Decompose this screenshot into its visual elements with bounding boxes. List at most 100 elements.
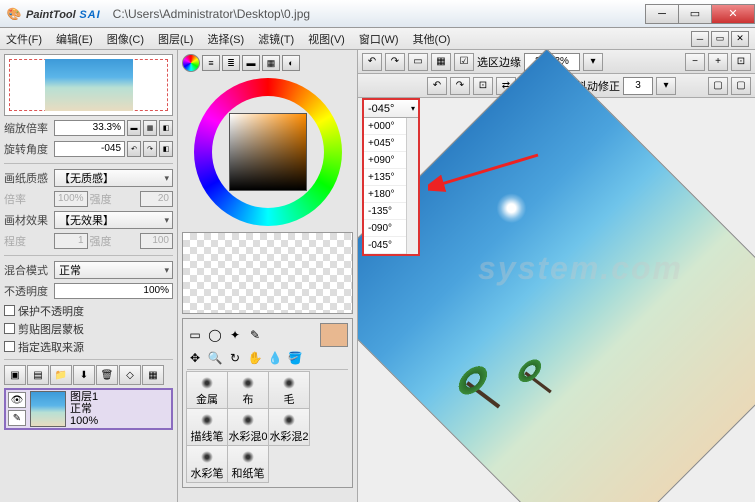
deg2-label: 强度 (90, 233, 138, 249)
move-tool[interactable]: ✥ (187, 350, 203, 366)
stabilizer-input[interactable] (623, 77, 653, 95)
merge-down-button[interactable]: ⬇ (73, 365, 95, 385)
selsrc-label: 指定选取来源 (18, 339, 84, 355)
brush-wc0[interactable]: 水彩混0 (227, 408, 269, 446)
scratchpad-icon[interactable]: ◐ (282, 55, 300, 71)
brush-cloth[interactable]: 布 (227, 371, 269, 409)
brush-fur[interactable]: 毛 (268, 371, 310, 409)
rotate-input[interactable]: -045 (54, 141, 125, 157)
clear-layer-button[interactable]: ◇ (119, 365, 141, 385)
new-linework-button[interactable]: ▤ (27, 365, 49, 385)
zoom-out-button[interactable]: ▬ (127, 120, 141, 136)
menu-edit[interactable]: 编辑(E) (56, 31, 93, 47)
brush-metal[interactable]: 金属 (186, 371, 228, 409)
lasso-tool[interactable]: ◯ (207, 327, 223, 343)
rotation-dropdown[interactable]: -045° +000° +045° +090° +135° +180° -135… (362, 98, 420, 256)
zoom-tool[interactable]: 🔍 (207, 350, 223, 366)
new-folder-button[interactable]: 📁 (50, 365, 72, 385)
swatches-icon[interactable]: ▦ (262, 55, 280, 71)
panel-max-button[interactable]: ▭ (711, 31, 729, 47)
zoom-in-button[interactable]: ▦ (143, 120, 157, 136)
rotate-ccw-button[interactable]: ↶ (127, 141, 141, 157)
selsrc-checkbox[interactable] (4, 341, 15, 352)
wand-tool[interactable]: ✦ (227, 327, 243, 343)
menu-select[interactable]: 选择(S) (207, 31, 244, 47)
deselect-button[interactable]: ▭ (408, 53, 428, 71)
rot-cw-canvas[interactable]: ↷ (450, 77, 470, 95)
menu-other[interactable]: 其他(O) (413, 31, 451, 47)
close-button[interactable]: ✕ (711, 4, 755, 24)
color-picker[interactable] (182, 76, 353, 228)
panel-min-button[interactable]: ─ (691, 31, 709, 47)
protect-alpha-label: 保护不透明度 (18, 303, 84, 319)
dropdown-scrollbar[interactable] (406, 118, 418, 254)
clipping-checkbox[interactable] (4, 323, 15, 334)
rotate-cw-button[interactable]: ↷ (143, 141, 157, 157)
file-path: C:\Users\Administrator\Desktop\0.jpg (113, 7, 310, 21)
fg-color-swatch[interactable] (320, 323, 348, 347)
zoom-input[interactable]: 33.3% (54, 120, 125, 136)
brush-wc2[interactable]: 水彩混2 (268, 408, 310, 446)
zoom-fit-canvas[interactable]: ⊡ (731, 53, 751, 71)
bucket-tool[interactable]: 🪣 (287, 350, 303, 366)
minimize-button[interactable]: ─ (645, 4, 679, 24)
scratchpad[interactable] (182, 232, 353, 314)
new-layer-button[interactable]: ▣ (4, 365, 26, 385)
navigator-thumbnail[interactable] (4, 54, 173, 116)
tool-b-button[interactable]: ▢ (731, 77, 751, 95)
pen-tool[interactable]: ✎ (247, 327, 263, 343)
invert-sel-button[interactable]: ▦ (431, 53, 451, 71)
sel-edge-label: 选区边缘 (477, 54, 521, 70)
panel-close-button[interactable]: ✕ (731, 31, 749, 47)
hand-tool[interactable]: ✋ (247, 350, 263, 366)
edit-icon[interactable]: ✎ (8, 410, 26, 426)
effect-label: 画材效果 (4, 212, 52, 228)
hsv-slider-icon[interactable]: ≣ (222, 55, 240, 71)
rot-ccw-canvas[interactable]: ↶ (427, 77, 447, 95)
eyedropper-tool[interactable]: 💧 (267, 350, 283, 366)
menu-window[interactable]: 窗口(W) (359, 31, 399, 47)
maximize-button[interactable]: ▭ (678, 4, 712, 24)
menu-file[interactable]: 文件(F) (6, 31, 42, 47)
rgb-slider-icon[interactable]: ≡ (202, 55, 220, 71)
opacity-input[interactable]: 100% (54, 283, 173, 299)
gray-icon[interactable]: ▬ (242, 55, 260, 71)
stabilizer-dropdown[interactable]: ▾ (656, 77, 676, 95)
brush-washi[interactable]: 和纸笔 (227, 445, 269, 483)
layer-toolbar: ▣ ▤ 📁 ⬇ 🗑 ◇ ▦ (4, 365, 173, 385)
tool-a-button[interactable]: ▢ (708, 77, 728, 95)
delete-layer-button[interactable]: 🗑 (96, 365, 118, 385)
str-label: 强度 (90, 191, 138, 207)
zoom-out-canvas[interactable]: − (685, 53, 705, 71)
menubar: 文件(F) 编辑(E) 图像(C) 图层(L) 选择(S) 滤镜(T) 视图(V… (0, 28, 755, 50)
redo-button[interactable]: ↷ (385, 53, 405, 71)
deg-label: 程度 (4, 233, 52, 249)
rotate-tool[interactable]: ↻ (227, 350, 243, 366)
protect-alpha-checkbox[interactable] (4, 305, 15, 316)
rot-reset-canvas[interactable]: ⊡ (473, 77, 493, 95)
deg2-input: 100 (140, 233, 174, 249)
layer-item[interactable]: 👁 ✎ 图层1正常100% (4, 388, 173, 430)
blend-mode-select[interactable]: 正常 (54, 261, 173, 279)
marquee-tool[interactable]: ▭ (187, 327, 203, 343)
menu-view[interactable]: 视图(V) (308, 31, 345, 47)
rotate-reset-button[interactable]: ◧ (159, 141, 173, 157)
visibility-icon[interactable]: 👁 (8, 392, 26, 408)
zoom-dropdown-icon[interactable]: ▾ (583, 53, 603, 71)
undo-button[interactable]: ↶ (362, 53, 382, 71)
brush-wc[interactable]: 水彩笔 (186, 445, 228, 483)
brush-liner[interactable]: 描线笔 (186, 408, 228, 446)
left-panel: 缩放倍率 33.3% ▬ ▦ ◧ 旋转角度 -045 ↶ ↷ ◧ 画纸质感 【无… (0, 50, 178, 502)
rotation-current[interactable]: -045° (364, 100, 418, 118)
color-wheel-icon[interactable] (182, 54, 200, 72)
menu-image[interactable]: 图像(C) (107, 31, 144, 47)
show-sel-checkbox[interactable]: ☑ (454, 53, 474, 71)
effect-select[interactable]: 【无效果】 (54, 211, 173, 229)
zoom-reset-button[interactable]: ◧ (159, 120, 173, 136)
app-name: PaintTool SAI (26, 6, 101, 21)
menu-filter[interactable]: 滤镜(T) (258, 31, 294, 47)
flatten-button[interactable]: ▦ (142, 365, 164, 385)
menu-layer[interactable]: 图层(L) (158, 31, 193, 47)
paper-texture-select[interactable]: 【无质感】 (54, 169, 173, 187)
zoom-in-canvas[interactable]: + (708, 53, 728, 71)
